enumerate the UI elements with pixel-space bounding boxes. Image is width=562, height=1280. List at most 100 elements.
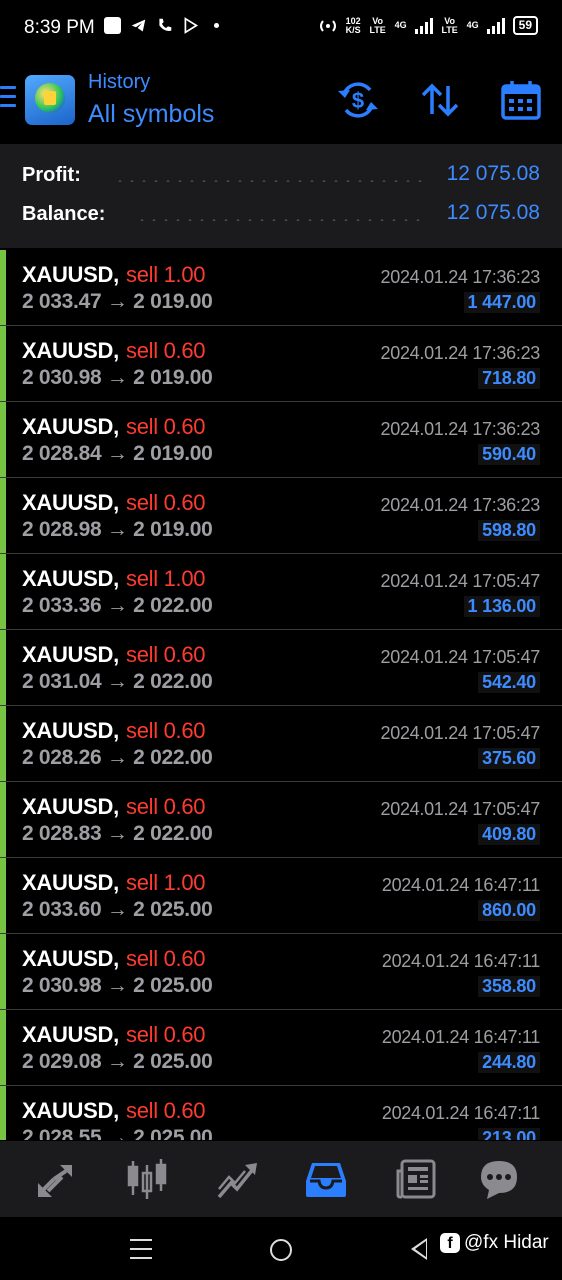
deal-prices: 2 033.47 → 2 019.00	[22, 290, 213, 314]
system-status-icons: 102 K/S Vo LTE 4G Vo LTE 4G 59	[318, 16, 538, 35]
deal-type-indicator	[0, 554, 6, 629]
dollar-refresh-icon: $	[338, 82, 378, 118]
deal-profit: 718.80	[478, 368, 540, 389]
notification-icons	[104, 17, 225, 34]
bottom-navigation	[0, 1141, 562, 1217]
deal-prices: 2 028.84 → 2 019.00	[22, 442, 213, 466]
volte-2: Vo LTE	[441, 15, 458, 35]
menu-icon[interactable]	[0, 86, 16, 113]
deal-profit: 213.00	[478, 1128, 540, 1140]
price-arrow-icon: →	[106, 822, 128, 845]
deal-row[interactable]: XAUUSD, sell 1.00 2 033.47 → 2 019.00 2024.…	[0, 250, 562, 326]
trade-icon	[217, 1163, 257, 1199]
deal-close-price: 2 022.00	[133, 746, 213, 769]
account-summary: Profit: 12 075.08 Balance: 12 075.08	[0, 144, 562, 248]
price-arrow-icon: →	[106, 670, 128, 693]
sort-arrows-icon	[421, 83, 459, 117]
deal-close-price: 2 019.00	[133, 442, 213, 465]
net-type-1: 4G	[394, 20, 407, 30]
nav-quotes[interactable]	[34, 1157, 78, 1201]
deal-type-indicator	[0, 402, 6, 477]
deal-profit: 244.80	[478, 1052, 540, 1073]
nav-trade[interactable]	[215, 1157, 259, 1201]
deal-close-price: 2 019.00	[133, 290, 213, 313]
facebook-icon: f	[440, 1233, 460, 1253]
currency-filter-button[interactable]: $	[336, 78, 380, 122]
deal-profit: 1 136.00	[463, 596, 540, 617]
deal-profit: 598.80	[478, 520, 540, 541]
price-arrow-icon: →	[106, 518, 128, 541]
deal-symbol: XAUUSD,	[22, 262, 119, 287]
telegram-icon	[131, 19, 146, 32]
status-bar: 8:39 PM 102 K/S Vo LTE 4G Vo LTE 4G 59	[0, 0, 562, 58]
deal-open-price: 2 028.55	[22, 1126, 102, 1140]
deal-row[interactable]: XAUUSD, sell 0.60 2 028.83 → 2 022.00 2024.…	[0, 782, 562, 858]
deal-close-price: 2 019.00	[133, 366, 213, 389]
deal-symbol: XAUUSD,	[22, 1098, 119, 1123]
deal-row[interactable]: XAUUSD, sell 0.60 2 028.26 → 2 022.00 2024.…	[0, 706, 562, 782]
period-button[interactable]	[499, 78, 543, 122]
deals-list[interactable]: XAUUSD, sell 1.00 2 033.47 → 2 019.00 2024.…	[0, 250, 562, 1140]
symbol-filter[interactable]: All symbols	[88, 100, 214, 129]
deal-type-indicator	[0, 782, 6, 857]
deal-prices: 2 030.98 → 2 019.00	[22, 366, 213, 390]
deal-prices: 2 028.26 → 2 022.00	[22, 746, 213, 770]
deal-profit: 590.40	[478, 444, 540, 465]
deal-close-price: 2 022.00	[133, 822, 213, 845]
deal-type: sell 0.60	[126, 414, 206, 439]
deal-prices: 2 028.55 → 2 025.00	[22, 1126, 213, 1140]
deal-time: 2024.01.24 17:05:47	[380, 799, 541, 819]
deal-type: sell 1.00	[126, 566, 206, 591]
phone-icon	[159, 18, 172, 31]
nav-chart[interactable]	[125, 1157, 169, 1201]
deal-symbol: XAUUSD,	[22, 794, 119, 819]
signal-icon-2	[486, 17, 505, 34]
nav-news[interactable]	[394, 1157, 438, 1201]
deal-row[interactable]: XAUUSD, sell 0.60 2 028.98 → 2 019.00 2024.…	[0, 478, 562, 554]
hotspot-icon	[319, 19, 336, 32]
deal-profit: 358.80	[478, 976, 540, 997]
deal-profit: 542.40	[478, 672, 540, 693]
deal-type: sell 0.60	[126, 1022, 206, 1047]
deal-row[interactable]: XAUUSD, sell 0.60 2 030.98 → 2 019.00 2024.…	[0, 326, 562, 402]
deal-type-indicator	[0, 858, 6, 933]
volte-1: Vo LTE	[369, 15, 386, 35]
deal-symbol: XAUUSD,	[22, 946, 119, 971]
deal-open-price: 2 028.84	[22, 442, 102, 465]
deal-symbol: XAUUSD,	[22, 338, 119, 363]
deal-symbol: XAUUSD,	[22, 718, 119, 743]
home-icon[interactable]	[270, 1239, 292, 1261]
price-arrow-icon: →	[106, 746, 128, 769]
app-header: History All symbols $	[0, 58, 562, 144]
deal-type: sell 0.60	[126, 338, 206, 363]
deal-row[interactable]: XAUUSD, sell 0.60 2 030.98 → 2 025.00 2024.…	[0, 934, 562, 1010]
deal-prices: 2 031.04 → 2 022.00	[22, 670, 213, 694]
deal-symbol: XAUUSD,	[22, 870, 119, 895]
news-icon	[396, 1159, 436, 1199]
calendar-icon	[501, 81, 541, 120]
deal-type: sell 0.60	[126, 718, 206, 743]
deal-prices: 2 028.98 → 2 019.00	[22, 518, 213, 542]
recents-icon[interactable]	[130, 1239, 152, 1266]
signal-icon-1	[414, 17, 433, 34]
deal-type-indicator	[0, 706, 6, 781]
deal-row[interactable]: XAUUSD, sell 0.60 2 028.55 → 2 025.00 2024.…	[0, 1086, 562, 1140]
nav-chat[interactable]	[477, 1157, 521, 1201]
deal-type-indicator	[0, 1010, 6, 1085]
back-icon[interactable]	[411, 1238, 427, 1260]
nav-history[interactable]	[304, 1157, 348, 1201]
deal-type-indicator	[0, 326, 6, 401]
deal-row[interactable]: XAUUSD, sell 0.60 2 031.04 → 2 022.00 2024.…	[0, 630, 562, 706]
sort-button[interactable]	[418, 78, 462, 122]
deal-row[interactable]: XAUUSD, sell 0.60 2 028.84 → 2 019.00 2024.…	[0, 402, 562, 478]
price-arrow-icon: →	[106, 898, 128, 921]
deal-close-price: 2 025.00	[133, 974, 213, 997]
deal-close-price: 2 025.00	[133, 898, 213, 921]
deal-row[interactable]: XAUUSD, sell 0.60 2 029.08 → 2 025.00 2024.…	[0, 1010, 562, 1086]
balance-value: 12 075.08	[446, 201, 540, 224]
deal-type: sell 0.60	[126, 1098, 206, 1123]
deal-type: sell 1.00	[126, 262, 206, 287]
deal-symbol: XAUUSD,	[22, 642, 119, 667]
deal-row[interactable]: XAUUSD, sell 1.00 2 033.36 → 2 022.00 2024.…	[0, 554, 562, 630]
deal-row[interactable]: XAUUSD, sell 1.00 2 033.60 → 2 025.00 2024.…	[0, 858, 562, 934]
